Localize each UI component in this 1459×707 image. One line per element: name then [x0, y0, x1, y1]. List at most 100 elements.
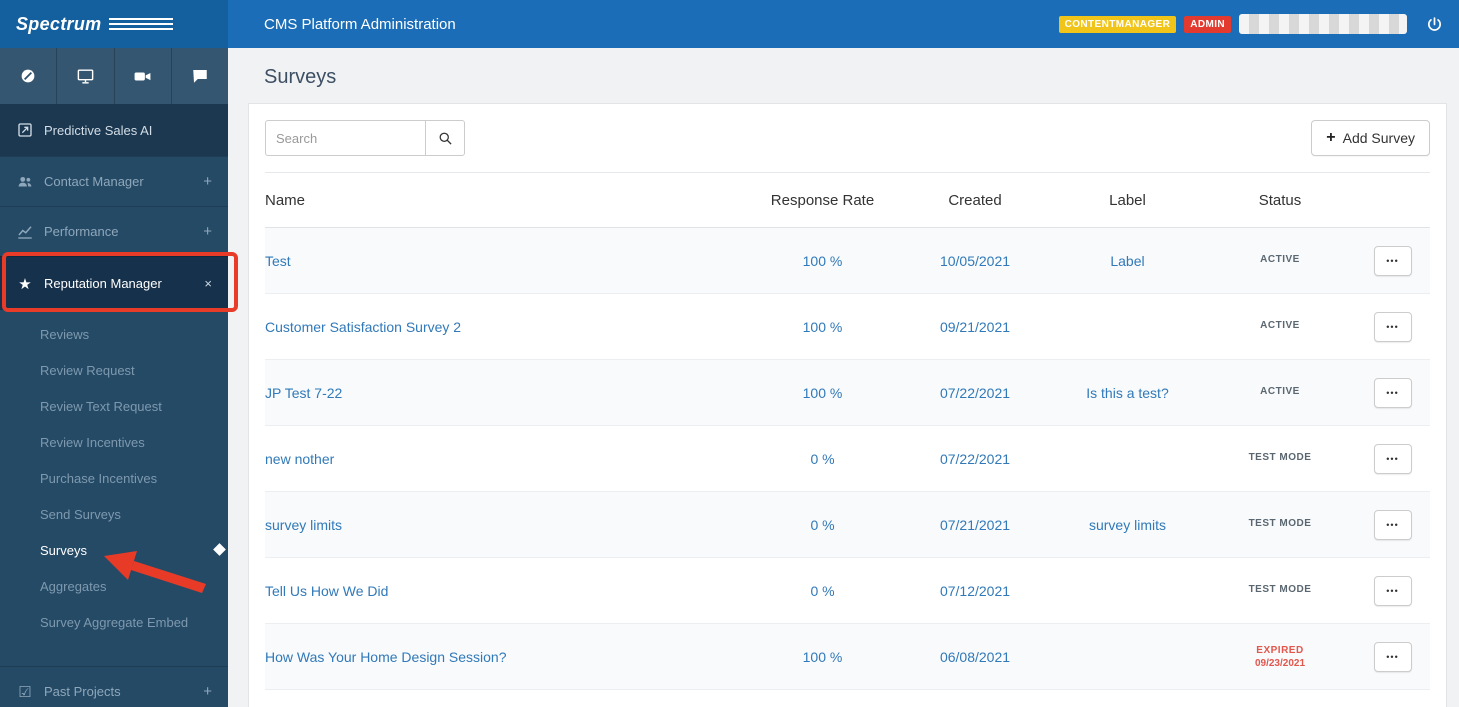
star-icon: ★ [18, 275, 32, 293]
topbar: Spectrum CMS Platform Administration CON… [0, 0, 1459, 48]
response-rate-cell: 100 % [802, 318, 843, 335]
sidebar-item-review-request[interactable]: Review Request [0, 352, 228, 388]
sidebar-item-contact-manager[interactable]: Contact Manager + [0, 156, 228, 206]
sidebar-item-label: Aggregates [40, 578, 107, 594]
table-row[interactable]: Test 100 % 10/05/2021 Label ACTIVE ••• [265, 228, 1430, 294]
survey-name-link[interactable]: survey limits [265, 517, 342, 533]
column-header-status: Status [1258, 191, 1302, 209]
status-text: TEST MODE [1248, 518, 1312, 529]
search-icon [438, 131, 453, 146]
table-row[interactable]: JP Test 7-22 100 % 07/22/2021 Is this a … [265, 360, 1430, 426]
search-input[interactable] [265, 120, 425, 156]
row-actions-button[interactable]: ••• [1373, 443, 1412, 474]
sidebar-item-label: Reviews [40, 326, 90, 342]
row-actions-button[interactable]: ••• [1373, 311, 1412, 342]
video-camera-icon[interactable] [115, 48, 172, 104]
brand-name: Spectrum [16, 13, 102, 34]
sidebar: Predictive Sales AI Contact Manager + Pe… [0, 48, 228, 707]
contacts-people-icon [16, 173, 34, 191]
survey-name-link[interactable]: Test [265, 253, 291, 269]
sidebar-item-review-text-request[interactable]: Review Text Request [0, 388, 228, 424]
reputation-manager-submenu: Reviews Review Request Review Text Request… [0, 310, 228, 644]
sidebar-item-purchase-incentives[interactable]: Purchase Incentives [0, 460, 228, 496]
chat-icon[interactable] [172, 48, 228, 104]
row-actions-button[interactable]: ••• [1373, 377, 1412, 408]
response-rate-cell: 0 % [810, 516, 835, 533]
sidebar-item-label: Send Surveys [40, 506, 121, 522]
surveys-card: + Add Survey Name Response Rate Created … [248, 103, 1447, 707]
predictive-sales-ai-icon [16, 121, 34, 139]
survey-name-link[interactable]: JP Test 7-22 [265, 385, 342, 401]
status-cell: TEST MODE [1205, 584, 1355, 597]
sidebar-item-review-incentives[interactable]: Review Incentives [0, 424, 228, 460]
table-row[interactable]: survey limits 0 % 07/21/2021 survey limi… [265, 492, 1430, 558]
table-row[interactable]: Tell Us How We Did 0 % 07/12/2021 TEST M… [265, 558, 1430, 624]
status-cell: ACTIVE [1205, 320, 1355, 333]
row-actions-button[interactable]: ••• [1373, 245, 1412, 276]
sidebar-item-past-projects[interactable]: ☑ Past Projects + [0, 666, 228, 707]
plus-icon: + [1326, 129, 1336, 146]
status-date: 09/23/2021 [1254, 657, 1306, 669]
table-row[interactable]: new nother 0 % 07/22/2021 TEST MODE ••• [265, 426, 1430, 492]
sidebar-icon-tabs [0, 48, 228, 104]
survey-name-link[interactable]: new nother [265, 451, 334, 467]
sidebar-item-survey-aggregate-embed[interactable]: Survey Aggregate Embed [0, 604, 228, 640]
checkbox-icon: ☑ [18, 683, 32, 701]
status-cell: TEST MODE [1205, 452, 1355, 465]
search-button[interactable] [425, 120, 465, 156]
sidebar-item-aggregates[interactable]: Aggregates [0, 568, 228, 604]
sidebar-item-label: Survey Aggregate Embed [40, 614, 189, 630]
status-text: TEST MODE [1248, 452, 1312, 463]
user-name-redacted[interactable] [1239, 14, 1407, 34]
sidebar-item-label: Performance [44, 224, 119, 239]
sidebar-item-label: Contact Manager [44, 174, 144, 189]
created-cell: 07/22/2021 [939, 450, 1011, 467]
status-text: ACTIVE [1260, 386, 1300, 397]
app-title: CMS Platform Administration [264, 15, 456, 33]
column-header-response-rate: Response Rate [770, 191, 875, 209]
sidebar-item-surveys[interactable]: Surveys [0, 532, 228, 568]
logout-power-icon[interactable] [1423, 13, 1445, 35]
survey-name-link[interactable]: Customer Satisfaction Survey 2 [265, 319, 461, 335]
table-row[interactable]: How Was Your Home Design Session? 100 % … [265, 624, 1430, 690]
sidebar-item-send-surveys[interactable]: Send Surveys [0, 496, 228, 532]
column-header-created: Created [948, 191, 1002, 209]
expand-plus-icon[interactable]: + [203, 223, 212, 240]
search-group [265, 120, 465, 156]
row-actions-button[interactable]: ••• [1373, 641, 1412, 672]
survey-name-link[interactable]: How Was Your Home Design Session? [265, 649, 507, 665]
survey-name-link[interactable]: Tell Us How We Did [265, 583, 388, 599]
row-actions-button[interactable]: ••• [1373, 509, 1412, 540]
row-actions-button[interactable]: ••• [1373, 575, 1412, 606]
sidebar-item-performance[interactable]: Performance + [0, 206, 228, 256]
status-cell: ACTIVE [1205, 386, 1355, 399]
created-cell: 10/05/2021 [939, 252, 1011, 269]
column-header-name: Name [265, 191, 306, 209]
brand-logo[interactable]: Spectrum [0, 0, 228, 48]
response-rate-cell: 100 % [802, 648, 843, 665]
sidebar-item-reputation-manager[interactable]: ★ Reputation Manager × [0, 256, 228, 310]
expand-plus-icon[interactable]: + [203, 173, 212, 190]
status-text: EXPIRED [1256, 644, 1304, 656]
status-cell: ACTIVE [1205, 254, 1355, 267]
label-cell: Label [1110, 252, 1145, 269]
sidebar-item-label: Surveys [40, 542, 87, 558]
column-header-label: Label [1109, 191, 1146, 209]
card-toolbar: + Add Survey [265, 120, 1430, 156]
topbar-right: CONTENTMANAGER ADMIN [1058, 13, 1459, 35]
created-cell: 07/21/2021 [939, 516, 1011, 533]
collapse-close-icon[interactable]: × [204, 276, 212, 291]
add-survey-button[interactable]: + Add Survey [1311, 120, 1430, 156]
monitor-icon[interactable] [57, 48, 115, 104]
gauge-icon[interactable] [0, 48, 58, 104]
expand-plus-icon[interactable]: + [203, 683, 212, 700]
status-text: TEST MODE [1248, 584, 1312, 595]
created-cell: 07/12/2021 [939, 582, 1011, 599]
table-row[interactable]: Customer Satisfaction Survey 2 100 % 09/… [265, 294, 1430, 360]
sidebar-item-reviews[interactable]: Reviews [0, 316, 228, 352]
sidebar-item-predictive-sales-ai[interactable]: Predictive Sales AI [0, 104, 228, 156]
status-text: ACTIVE [1260, 320, 1300, 331]
performance-chart-icon [16, 223, 34, 241]
response-rate-cell: 0 % [810, 582, 835, 599]
brand-stripes-icon [109, 18, 174, 30]
